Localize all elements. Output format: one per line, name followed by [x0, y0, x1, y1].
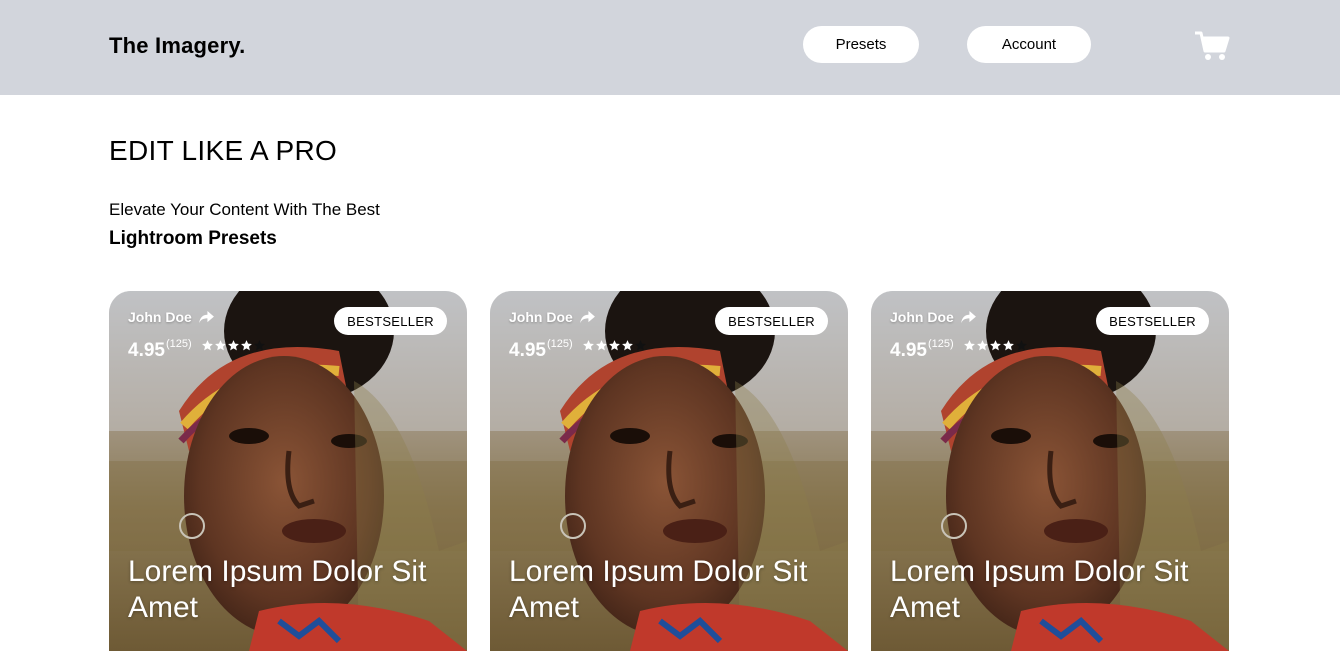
logo[interactable]: The Imagery.	[109, 33, 245, 59]
star-filled-icon	[621, 339, 634, 352]
author-name: John Doe	[509, 309, 573, 325]
review-count: (125)	[165, 338, 192, 350]
rating-score: 4.95	[509, 340, 546, 361]
star-filled-icon	[227, 339, 240, 352]
shopping-cart-icon[interactable]	[1194, 30, 1230, 62]
star-filled-icon	[963, 339, 976, 352]
rating-score: 4.95	[128, 340, 165, 361]
star-rating	[963, 339, 1028, 352]
hero-title: EDIT LIKE A PRO	[109, 135, 338, 166]
bestseller-badge: BESTSELLER	[334, 307, 447, 335]
preset-card[interactable]: John Doe 4.95 (125) BESTSELLER Lorem Ips…	[109, 291, 467, 651]
rating: 4.95 (125)	[509, 338, 647, 362]
star-empty-icon	[1015, 339, 1028, 352]
star-empty-icon	[253, 339, 266, 352]
review-count: (125)	[927, 338, 954, 350]
star-rating	[582, 339, 647, 352]
share-icon[interactable]	[198, 310, 214, 324]
rating: 4.95 (125)	[890, 338, 1028, 362]
star-filled-icon	[240, 339, 253, 352]
author: John Doe	[128, 309, 214, 325]
star-filled-icon	[595, 339, 608, 352]
nav-presets-button[interactable]: Presets	[803, 26, 919, 63]
star-filled-icon	[1002, 339, 1015, 352]
preset-card[interactable]: John Doe 4.95 (125) BESTSELLER Lorem Ips…	[490, 291, 848, 651]
star-rating	[201, 339, 266, 352]
author: John Doe	[509, 309, 595, 325]
star-filled-icon	[201, 339, 214, 352]
rating: 4.95 (125)	[128, 338, 266, 362]
card-title: Lorem Ipsum Dolor Sit Amet	[128, 555, 427, 624]
star-filled-icon	[214, 339, 227, 352]
review-count: (125)	[546, 338, 573, 350]
rating-score: 4.95	[890, 340, 927, 361]
hero-subtitle-emphasis: Lightroom Presets	[109, 228, 277, 249]
star-filled-icon	[976, 339, 989, 352]
header: The Imagery. Presets Account	[0, 0, 1340, 95]
star-empty-icon	[634, 339, 647, 352]
hero-subtitle: Elevate Your Content With The Best	[109, 200, 380, 219]
preset-card[interactable]: John Doe 4.95 (125) BESTSELLER Lorem Ips…	[871, 291, 1229, 651]
author: John Doe	[890, 309, 976, 325]
star-filled-icon	[608, 339, 621, 352]
author-name: John Doe	[128, 309, 192, 325]
star-filled-icon	[582, 339, 595, 352]
share-icon[interactable]	[579, 310, 595, 324]
card-title: Lorem Ipsum Dolor Sit Amet	[890, 555, 1189, 624]
star-filled-icon	[989, 339, 1002, 352]
card-title: Lorem Ipsum Dolor Sit Amet	[509, 555, 808, 624]
nav-account-button[interactable]: Account	[967, 26, 1091, 63]
share-icon[interactable]	[960, 310, 976, 324]
bestseller-badge: BESTSELLER	[715, 307, 828, 335]
bestseller-badge: BESTSELLER	[1096, 307, 1209, 335]
author-name: John Doe	[890, 309, 954, 325]
